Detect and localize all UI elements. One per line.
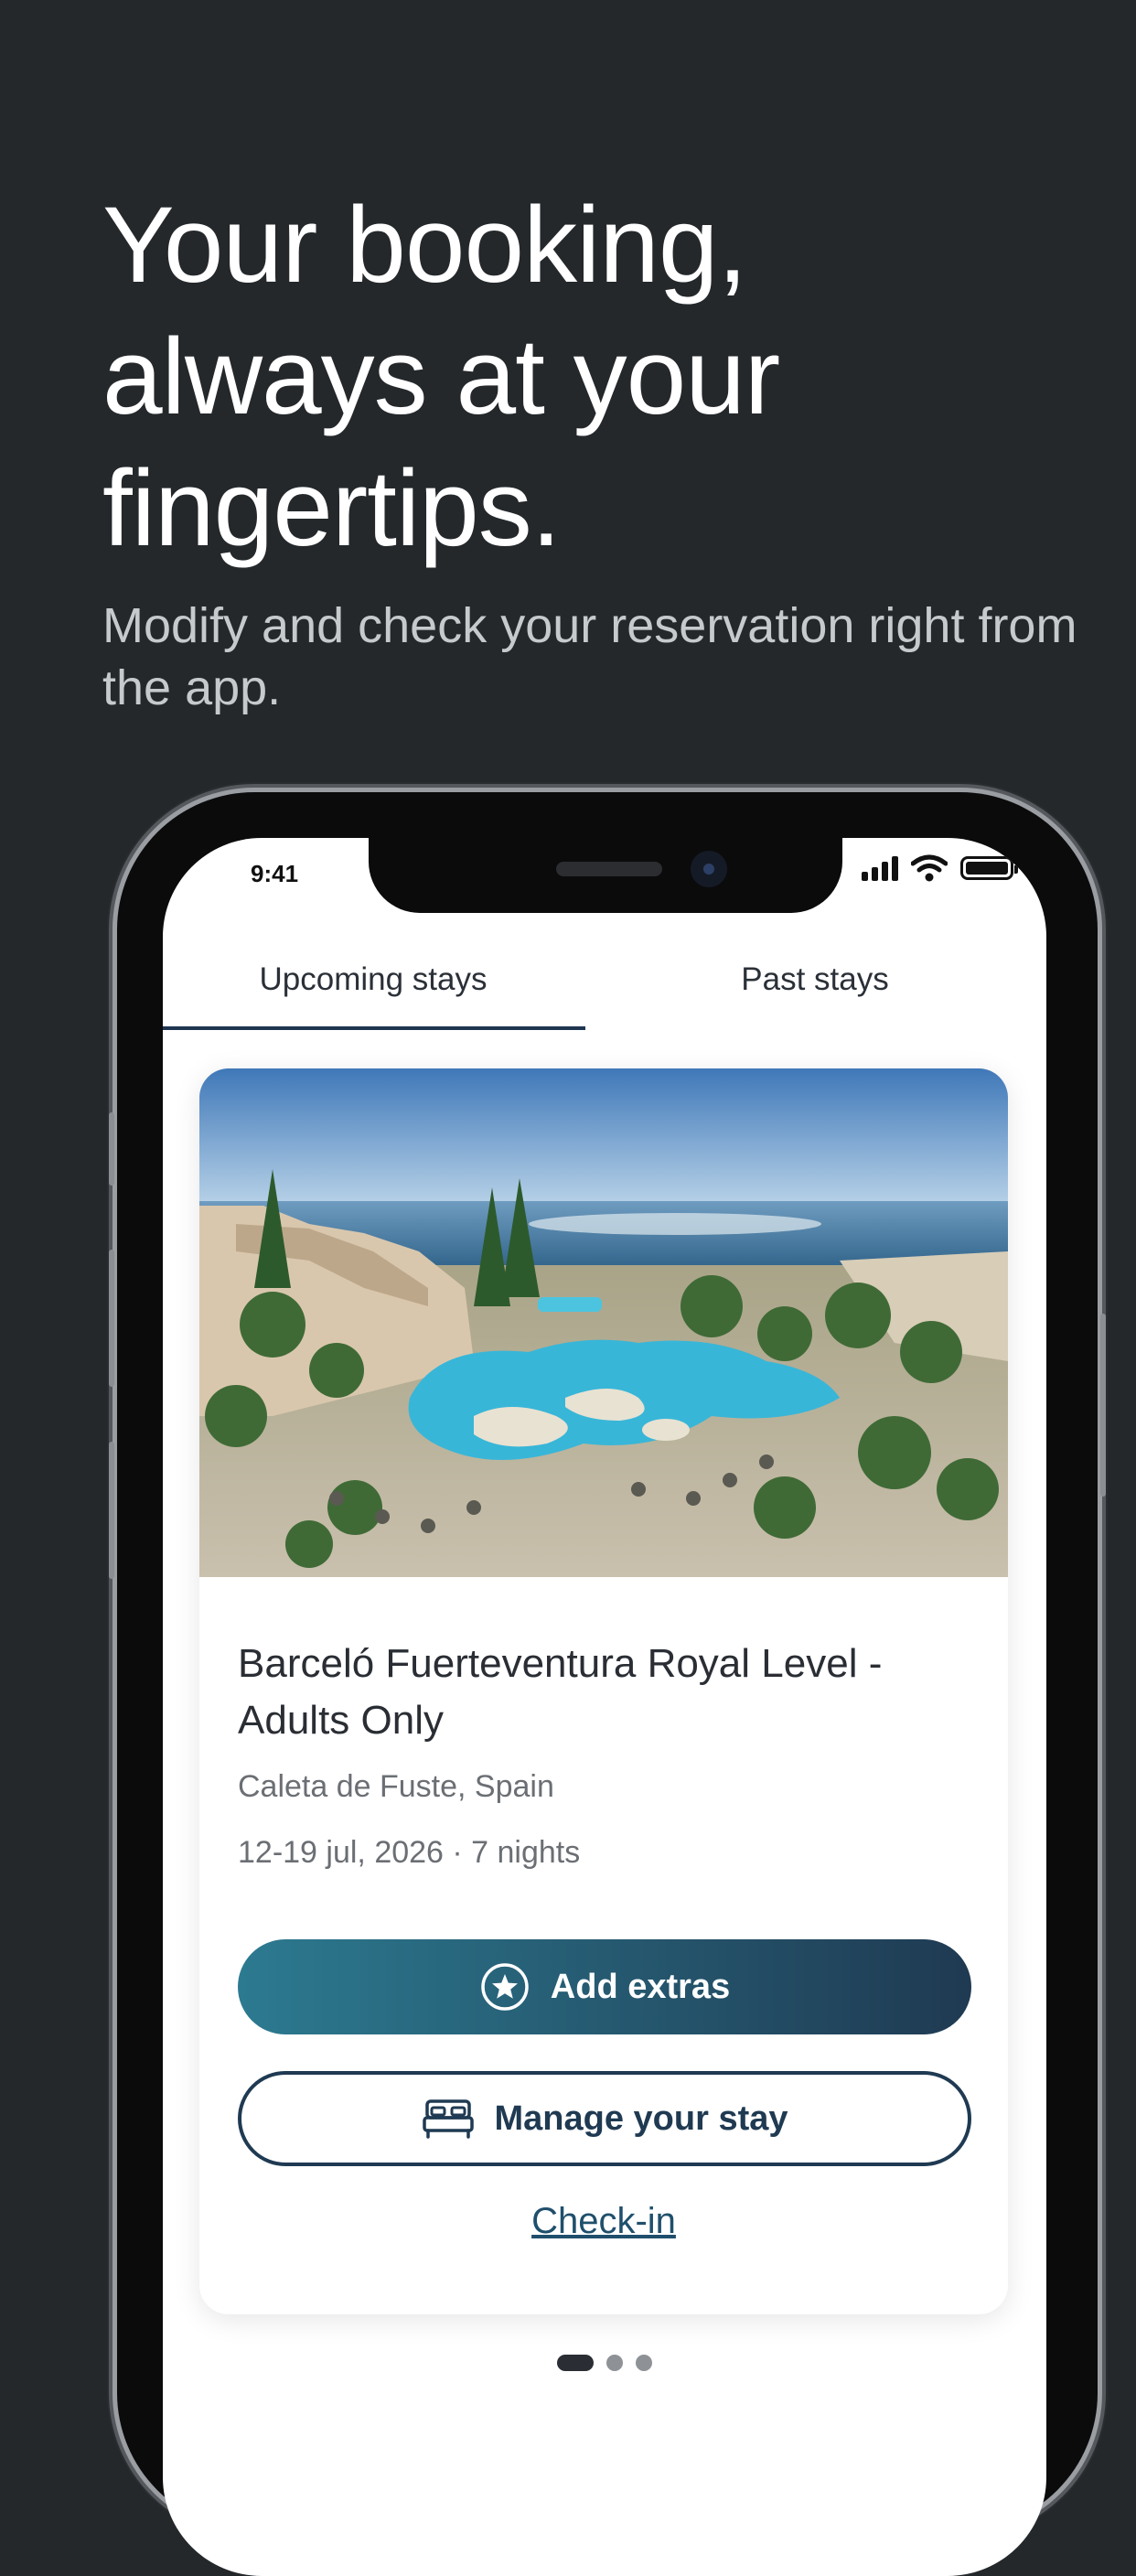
phone-volume-down <box>109 1442 114 1579</box>
booking-card[interactable]: Barceló Fuerteventura Royal Level - Adul… <box>199 1068 1008 2314</box>
phone-volume-up <box>109 1250 114 1387</box>
subheadline: Modify and check your reservation right … <box>102 598 1077 715</box>
manage-stay-button[interactable]: Manage your stay <box>238 2071 971 2166</box>
pagination-dot-3[interactable] <box>636 2355 652 2371</box>
battery-icon <box>960 856 1018 880</box>
notch <box>369 838 842 913</box>
add-extras-button[interactable]: Add extras <box>238 1939 971 2034</box>
pagination-dots <box>163 2355 1046 2371</box>
status-icons <box>862 854 1018 882</box>
phone-power-button <box>1100 1314 1106 1497</box>
stay-dates: 12-19 jul, 2026 · 7 nights <box>238 1835 581 1870</box>
hotel-location: Caleta de Fuste, Spain <box>238 1769 554 1804</box>
wifi-icon <box>911 854 948 882</box>
star-circle-icon <box>481 1963 529 2011</box>
headline-line-3: fingertips. <box>102 448 562 569</box>
active-tab-indicator <box>163 1026 585 1030</box>
phone-screen: 9:41 Upcoming stays Past stays Barceló F… <box>163 838 1046 2576</box>
pagination-dot-1[interactable] <box>557 2355 594 2371</box>
pagination-dot-2[interactable] <box>606 2355 623 2371</box>
headline-line-2: always at your <box>102 317 780 437</box>
camera <box>691 851 727 887</box>
signal-icon <box>862 855 898 881</box>
headline: Your booking, always at your fingertips. <box>102 179 1063 574</box>
stays-tabs: Upcoming stays Past stays <box>163 929 1046 1030</box>
tab-past-stays[interactable]: Past stays <box>657 929 973 1030</box>
bed-icon <box>422 2099 474 2139</box>
phone-mockup: 9:41 Upcoming stays Past stays Barceló F… <box>109 792 1106 2576</box>
manage-stay-label: Manage your stay <box>494 2098 788 2138</box>
speaker <box>556 862 662 876</box>
headline-line-1: Your booking, <box>102 185 747 306</box>
check-in-link[interactable]: Check-in <box>199 2201 1008 2242</box>
phone-side-button <box>109 1112 114 1186</box>
status-time: 9:41 <box>251 860 299 887</box>
add-extras-label: Add extras <box>550 1967 731 2006</box>
hotel-name: Barceló Fuerteventura Royal Level - Adul… <box>238 1641 883 1743</box>
hotel-photo <box>199 1068 1008 1577</box>
tab-upcoming-stays[interactable]: Upcoming stays <box>163 929 584 1030</box>
